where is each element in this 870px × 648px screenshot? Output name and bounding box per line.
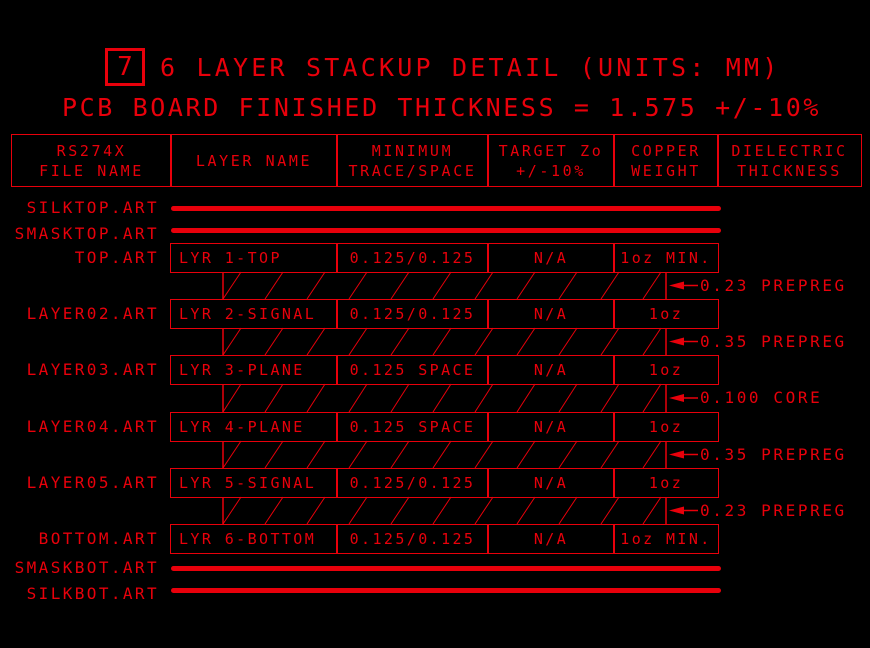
dielectric-label: 0.35 PREPREG [700,444,847,464]
hatch-line [474,327,494,356]
hatch-line [642,271,662,300]
hatch-line [390,496,410,525]
hatch-line [642,383,662,413]
hatch-line [306,496,326,525]
hatch-line [474,383,494,413]
hatch-line [642,327,662,356]
arrow-head-icon [669,506,684,515]
hatch-line [264,440,284,469]
hatch-line [600,327,620,356]
hatch-line [222,440,242,469]
hatch-line [222,496,242,525]
hatch-line [222,271,242,300]
hatch-line [558,383,578,413]
hatch-line [600,496,620,525]
hatch-line [600,383,620,413]
hatch-line [306,271,326,300]
soldermask-bottom-line [171,566,721,571]
hatch-line [390,383,410,413]
dielectric-band [222,271,698,300]
hatch-line [432,327,452,356]
file-label-smaskbot: SMASKBOT.ART [14,558,159,577]
hatch-line [642,496,662,525]
hatch-line [516,440,536,469]
hatch-line [390,327,410,356]
hatch-line [264,327,284,356]
hatch-line [432,440,452,469]
hatch-line [264,496,284,525]
arrow-head-icon [669,281,684,290]
hatch-line [516,271,536,300]
dielectric-label: 0.23 PREPREG [700,275,847,295]
hatch-line [432,271,452,300]
hatch-line [264,271,284,300]
hatch-line [432,383,452,413]
dielectric-label: 0.35 PREPREG [700,331,847,351]
hatch-line [390,440,410,469]
arrow-head-icon [669,337,684,346]
hatch-line [558,496,578,525]
hatch-line [432,496,452,525]
hatch-line [474,271,494,300]
dielectric-band [222,496,698,525]
dielectric-label: 0.100 CORE [700,388,823,407]
hatch-line [390,271,410,300]
hatch-line [474,496,494,525]
dielectric-band [222,383,698,413]
hatch-line [306,440,326,469]
hatch-line [516,496,536,525]
hatch-line [558,440,578,469]
hatch-line [516,383,536,413]
arrow-head-icon [669,450,684,459]
hatch-line [348,440,368,469]
dielectric-hatch-overlay [222,271,698,525]
hatch-line [222,383,242,413]
hatch-line [306,327,326,356]
hatch-line [306,383,326,413]
file-label-silkbot: SILKBOT.ART [26,584,159,603]
hatch-line [348,271,368,300]
arrow-head-icon [669,394,684,402]
dielectric-band [222,327,698,356]
dielectric-label: 0.23 PREPREG [700,500,847,520]
hatch-line [558,327,578,356]
hatch-line [642,440,662,469]
hatch-line [600,271,620,300]
hatch-line [348,496,368,525]
hatch-line [348,383,368,413]
hatch-line [558,271,578,300]
hatch-line [264,383,284,413]
hatch-line [222,327,242,356]
hatch-line [600,440,620,469]
hatch-line [348,327,368,356]
hatch-line [474,440,494,469]
silkscreen-bottom-line [171,588,721,593]
hatch-line [516,327,536,356]
dielectric-band [222,440,698,469]
